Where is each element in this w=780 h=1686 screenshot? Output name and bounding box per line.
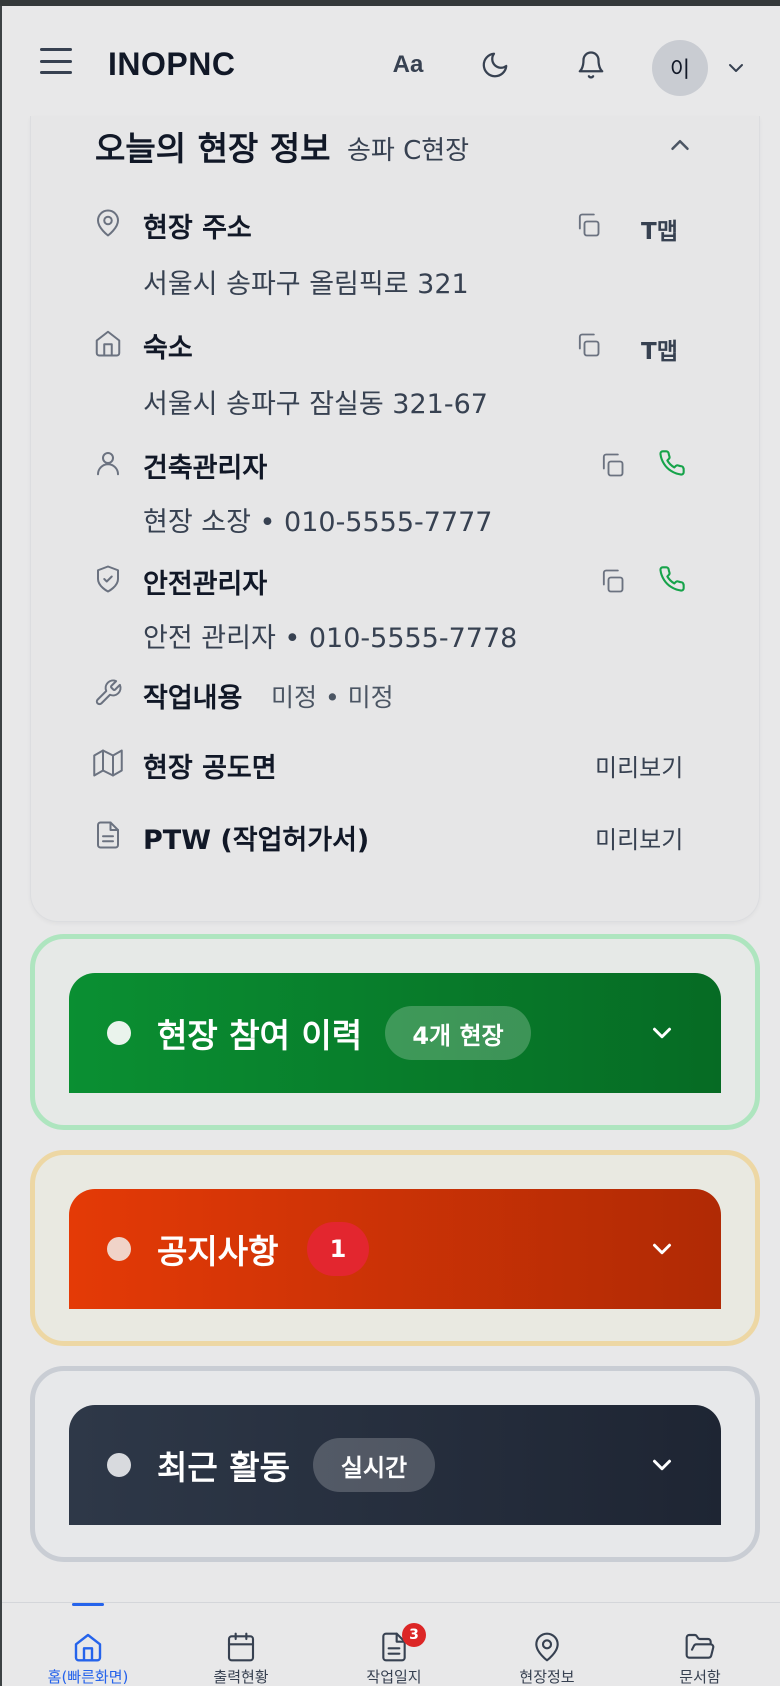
app-frame: INOPNC Aa 이 오늘의 현장 정보 송파 C현장 현장 주소 T맵 서울… — [0, 6, 780, 1686]
notices-panel: 공지사항 1 — [30, 1150, 760, 1346]
chevron-up-icon[interactable] — [665, 130, 695, 160]
folder-icon — [685, 1633, 715, 1659]
recent-activity-panel: 최근 활동 실시간 — [30, 1366, 760, 1562]
wrench-icon — [95, 679, 122, 706]
active-indicator — [72, 1603, 104, 1606]
shield-check-icon — [97, 565, 119, 593]
address-tmap-button[interactable]: T맵 — [641, 212, 678, 246]
menu-icon[interactable] — [40, 48, 72, 74]
safety-manager-value: 안전 관리자 • 010-5555-7778 — [143, 623, 518, 654]
call-construction-manager-button[interactable] — [655, 446, 689, 480]
copy-icon — [602, 453, 624, 477]
phone-icon — [659, 450, 685, 476]
status-dot — [107, 1453, 131, 1477]
document-icon — [97, 821, 119, 849]
address-label: 현장 주소 — [143, 213, 252, 244]
nav-attendance[interactable]: 출력현황 — [163, 1603, 319, 1686]
nav-documents[interactable]: 문서함 — [622, 1603, 778, 1686]
copy-lodging-button[interactable] — [571, 328, 605, 362]
chevron-down-icon[interactable] — [724, 56, 748, 80]
user-avatar[interactable]: 이 — [652, 40, 708, 96]
app-brand: INOPNC — [108, 46, 236, 82]
status-dot — [107, 1237, 131, 1261]
nav-siteinfo[interactable]: 현장정보 — [469, 1603, 625, 1686]
site-history-title: 현장 참여 이력 — [157, 1016, 363, 1055]
work-content-value: 미정 • 미정 — [271, 683, 394, 712]
site-drawing-preview-button[interactable]: 미리보기 — [595, 748, 683, 783]
address-value: 서울시 송파구 올림픽로 321 — [143, 269, 469, 300]
home-icon — [95, 330, 121, 357]
bell-icon — [578, 51, 604, 79]
ptw-label: PTW (작업허가서) — [143, 825, 370, 856]
copy-address-button[interactable] — [571, 208, 605, 242]
nav-siteinfo-label: 현장정보 — [519, 1668, 575, 1686]
construction-manager-value: 현장 소장 • 010-5555-7777 — [143, 507, 493, 538]
worklog-count-badge: 3 — [402, 1623, 426, 1647]
today-site-info-card: 오늘의 현장 정보 송파 C현장 현장 주소 T맵 서울시 송파구 올림픽로 3… — [30, 116, 760, 922]
lodging-value: 서울시 송파구 잠실동 321-67 — [143, 389, 488, 420]
copy-icon — [602, 569, 624, 593]
card-title: 오늘의 현장 정보 — [95, 129, 331, 168]
chevron-down-icon — [653, 1243, 671, 1255]
nav-documents-label: 문서함 — [679, 1668, 721, 1686]
moon-icon — [482, 52, 508, 78]
map-icon — [93, 749, 123, 777]
top-header: INOPNC Aa 이 — [2, 6, 780, 122]
font-size-button[interactable]: Aa — [381, 38, 435, 92]
site-drawing-label: 현장 공도면 — [143, 753, 277, 784]
notices-title: 공지사항 — [157, 1232, 279, 1271]
realtime-badge: 실시간 — [313, 1438, 435, 1492]
safety-manager-label: 안전관리자 — [143, 569, 268, 600]
site-history-header[interactable]: 현장 참여 이력 4개 현장 — [69, 973, 721, 1093]
home-icon — [74, 1633, 102, 1662]
copy-safety-manager-button[interactable] — [595, 564, 629, 598]
bottom-navigation: 홈(빠른화면) 출력현황 3 작업일지 현장정보 문서함 — [2, 1602, 780, 1686]
nav-home-label: 홈(빠른화면) — [47, 1668, 129, 1686]
notification-button[interactable] — [564, 38, 618, 92]
lodging-label: 숙소 — [143, 333, 193, 364]
ptw-preview-button[interactable]: 미리보기 — [595, 820, 683, 855]
lodging-tmap-button[interactable]: T맵 — [641, 332, 678, 366]
calendar-icon — [227, 1632, 255, 1662]
nav-worklog-label: 작업일지 — [366, 1668, 422, 1686]
nav-attendance-label: 출력현황 — [213, 1668, 269, 1686]
phone-icon — [659, 566, 685, 592]
site-name: 송파 C현장 — [347, 136, 470, 166]
work-content-label: 작업내용 — [143, 683, 243, 714]
construction-manager-label: 건축관리자 — [143, 453, 268, 484]
copy-icon — [578, 333, 600, 357]
nav-home[interactable]: 홈(빠른화면) — [10, 1603, 166, 1686]
map-pin-icon — [97, 209, 119, 237]
copy-icon — [578, 213, 600, 237]
nav-worklog[interactable]: 3 작업일지 — [316, 1603, 472, 1686]
map-pin-icon — [535, 1632, 559, 1662]
notice-count-badge: 1 — [307, 1222, 369, 1276]
recent-activity-header[interactable]: 최근 활동 실시간 — [69, 1405, 721, 1525]
chevron-down-icon — [653, 1027, 671, 1039]
status-dot — [107, 1021, 131, 1045]
user-icon — [97, 452, 119, 476]
copy-construction-manager-button[interactable] — [595, 448, 629, 482]
notices-header[interactable]: 공지사항 1 — [69, 1189, 721, 1309]
recent-activity-title: 최근 활동 — [157, 1448, 290, 1487]
site-count-badge: 4개 현장 — [385, 1006, 531, 1060]
chevron-down-icon — [653, 1459, 671, 1471]
call-safety-manager-button[interactable] — [655, 562, 689, 596]
dark-mode-toggle[interactable] — [468, 38, 522, 92]
site-history-panel: 현장 참여 이력 4개 현장 — [30, 934, 760, 1130]
